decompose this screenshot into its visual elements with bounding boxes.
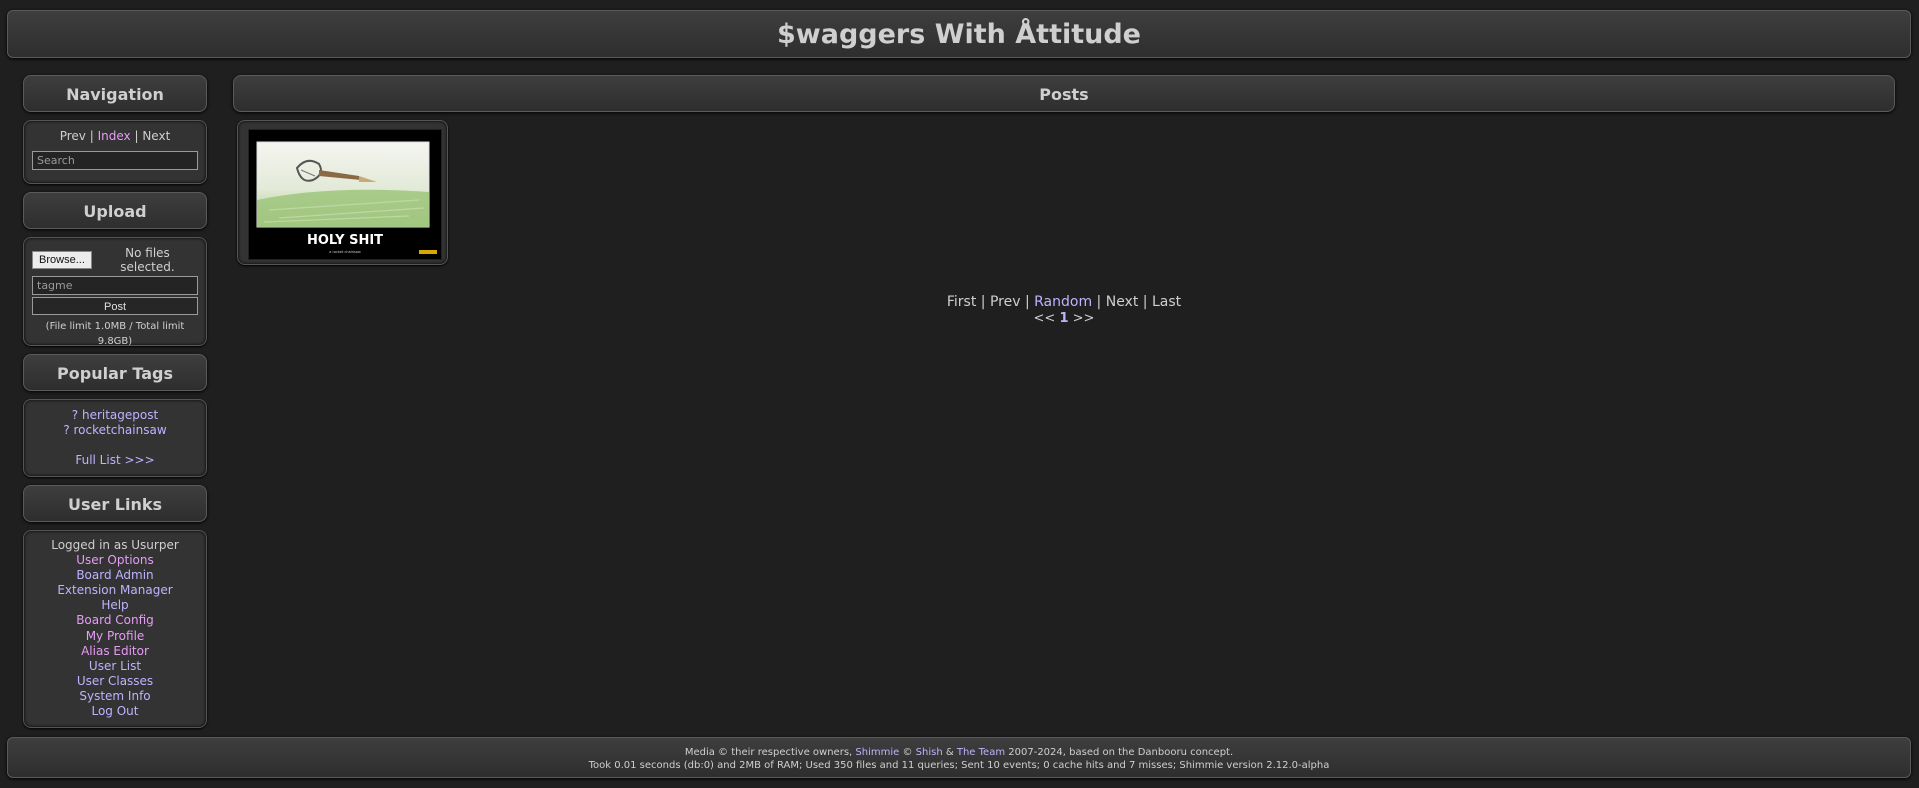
posts-heading[interactable]: Posts bbox=[233, 75, 1895, 112]
poster-subcaption: a rocket chainsaw bbox=[329, 250, 361, 254]
paginator-next-page: >> bbox=[1072, 311, 1095, 326]
paginator-random-link[interactable]: Random bbox=[1034, 294, 1092, 310]
paginator-sep: | bbox=[1142, 294, 1148, 310]
paginator-sep: | bbox=[1096, 294, 1102, 310]
user-options-link[interactable]: User Options bbox=[76, 553, 153, 567]
navigation-heading-text: Navigation bbox=[66, 85, 164, 104]
posts-heading-text: Posts bbox=[1039, 85, 1089, 104]
paginator-sep: | bbox=[1024, 294, 1030, 310]
paginator-last: Last bbox=[1151, 294, 1182, 310]
board-admin-link[interactable]: Board Admin bbox=[76, 568, 153, 582]
site-title-bar: $waggers With Åttitude bbox=[7, 10, 1911, 58]
nav-next: Next bbox=[142, 129, 171, 143]
post-thumbnail-image[interactable]: HOLY SHIT a rocket chainsaw bbox=[248, 129, 442, 260]
footer-copy: © bbox=[902, 747, 913, 758]
user-links-heading[interactable]: User Links bbox=[23, 485, 207, 522]
full-tag-list-link[interactable]: Full List >>> bbox=[75, 453, 154, 467]
paginator-sep: | bbox=[980, 294, 986, 310]
paginator-pages: << 1 >> bbox=[233, 311, 1895, 327]
paginator-prev: Prev bbox=[989, 294, 1021, 310]
footer: Media © their respective owners, Shimmie… bbox=[7, 737, 1911, 778]
popular-tags-heading-text: Popular Tags bbox=[57, 364, 173, 383]
tag-link[interactable]: ? heritagepost bbox=[72, 408, 158, 422]
upload-panel: Browse... No files selected. Post (File … bbox=[23, 237, 207, 347]
tag-link[interactable]: ? rocketchainsaw bbox=[63, 423, 166, 437]
logged-in-text: Logged in as Usurper bbox=[51, 538, 179, 552]
nav-prev: Prev bbox=[59, 129, 86, 143]
paginator-current-page[interactable]: 1 bbox=[1059, 311, 1068, 326]
search-input[interactable] bbox=[32, 151, 198, 170]
log-out-link[interactable]: Log Out bbox=[91, 704, 138, 718]
user-links-heading-text: User Links bbox=[67, 495, 163, 514]
navigation-heading[interactable]: Navigation bbox=[23, 75, 207, 112]
poster-caption: HOLY SHIT bbox=[307, 233, 383, 248]
popular-tags-panel: ? heritagepost ? rocketchainsaw Full Lis… bbox=[23, 399, 207, 477]
paginator-nav: First | Prev | Random | Next | Last bbox=[233, 293, 1895, 311]
post-button[interactable]: Post bbox=[32, 297, 198, 315]
my-profile-link[interactable]: My Profile bbox=[86, 629, 145, 643]
post-thumbnail[interactable]: HOLY SHIT a rocket chainsaw bbox=[237, 120, 448, 265]
paginator-next: Next bbox=[1105, 294, 1139, 310]
paginator-prev-page: << bbox=[1033, 311, 1056, 326]
browse-button[interactable]: Browse... bbox=[32, 251, 92, 269]
nav-links: Prev | Index | Next bbox=[32, 129, 198, 143]
paginator-first: First bbox=[946, 294, 977, 310]
site-title[interactable]: $waggers With Åttitude bbox=[777, 19, 1141, 50]
nav-sep: | bbox=[89, 129, 94, 143]
the-team-link[interactable]: The Team bbox=[957, 747, 1005, 758]
extension-manager-link[interactable]: Extension Manager bbox=[57, 583, 172, 597]
footer-media-text: Media © their respective owners, bbox=[684, 747, 853, 758]
shish-link[interactable]: Shish bbox=[916, 747, 943, 758]
shimmie-link[interactable]: Shimmie bbox=[855, 747, 899, 758]
board-config-link[interactable]: Board Config bbox=[76, 613, 154, 627]
navigation-panel: Prev | Index | Next bbox=[23, 120, 207, 184]
footer-years-text: 2007-2024, based on the Danbooru concept… bbox=[1008, 747, 1234, 758]
help-link[interactable]: Help bbox=[101, 598, 128, 612]
tags-input[interactable] bbox=[32, 276, 198, 295]
footer-stats: Took 0.01 seconds (db:0) and 2MB of RAM;… bbox=[588, 760, 1330, 771]
footer-amp: & bbox=[945, 747, 954, 758]
alias-editor-link[interactable]: Alias Editor bbox=[81, 644, 149, 658]
system-info-link[interactable]: System Info bbox=[79, 689, 150, 703]
file-picker: Browse... No files selected. bbox=[32, 246, 198, 274]
upload-heading-text: Upload bbox=[83, 202, 147, 221]
user-classes-link[interactable]: User Classes bbox=[77, 674, 153, 688]
upload-limit-text: (File limit 1.0MB / Total limit 9.8GB) bbox=[45, 321, 185, 347]
user-list-link[interactable]: User List bbox=[89, 659, 141, 673]
poster-watermark bbox=[419, 250, 437, 254]
popular-tags-heading[interactable]: Popular Tags bbox=[23, 354, 207, 391]
upload-heading[interactable]: Upload bbox=[23, 192, 207, 229]
user-links-panel: Logged in as Usurper User Options Board … bbox=[23, 530, 207, 728]
paginator: First | Prev | Random | Next | Last << 1… bbox=[233, 293, 1895, 327]
nav-sep: | bbox=[134, 129, 139, 143]
motivational-poster-image: HOLY SHIT a rocket chainsaw bbox=[249, 130, 441, 259]
file-status: No files selected. bbox=[120, 246, 175, 274]
footer-credits: Media © their respective owners, Shimmie… bbox=[8, 746, 1910, 759]
nav-index-link[interactable]: Index bbox=[98, 129, 131, 143]
